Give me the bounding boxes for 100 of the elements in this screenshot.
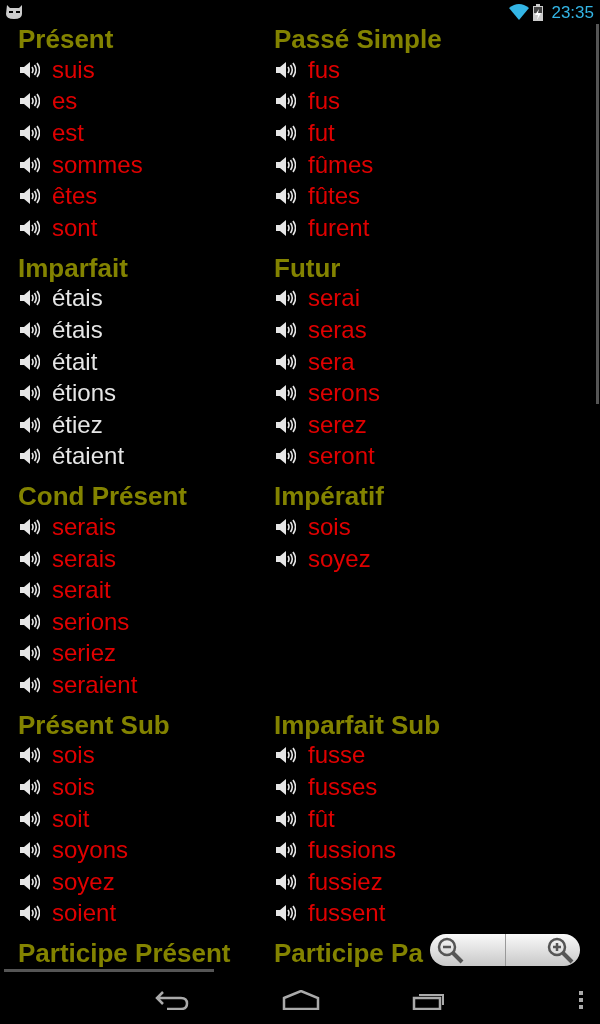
speaker-icon[interactable] (20, 219, 40, 236)
verb-form: fus (308, 87, 340, 116)
verb-form: êtes (52, 182, 98, 211)
speaker-icon[interactable] (276, 156, 296, 173)
speaker-icon[interactable] (276, 290, 296, 307)
speaker-icon[interactable] (20, 353, 40, 370)
verb-form: suis (52, 55, 95, 84)
verb-form: était (52, 347, 98, 376)
tense-heading: Futur (274, 252, 341, 283)
verb-form: serez (308, 410, 367, 439)
zoom-in-icon (546, 936, 574, 964)
back-button[interactable] (155, 990, 189, 1010)
verb-form: fûtes (308, 182, 361, 211)
tense-heading: Imparfait (18, 252, 128, 283)
verb-form: fusse (308, 741, 366, 770)
verb-form: seraient (52, 670, 138, 699)
verb-form: sois (52, 773, 95, 802)
verb-form: sois (52, 741, 95, 770)
speaker-icon[interactable] (276, 219, 296, 236)
speaker-icon[interactable] (20, 905, 40, 922)
verb-form: sois (308, 512, 351, 541)
speaker-icon[interactable] (20, 842, 40, 859)
speaker-icon[interactable] (276, 518, 296, 535)
speaker-icon[interactable] (20, 550, 40, 567)
speaker-icon[interactable] (20, 810, 40, 827)
speaker-icon[interactable] (276, 842, 296, 859)
speaker-icon[interactable] (276, 188, 296, 205)
verb-form: soyez (308, 544, 371, 573)
speaker-icon[interactable] (276, 353, 296, 370)
speaker-icon[interactable] (276, 321, 296, 338)
speaker-icon[interactable] (276, 448, 296, 465)
verb-form: seront (308, 442, 375, 471)
speaker-icon[interactable] (276, 779, 296, 796)
speaker-icon[interactable] (20, 613, 40, 630)
battery-icon (533, 3, 544, 21)
verb-form: serais (52, 512, 117, 541)
speaker-icon[interactable] (20, 385, 40, 402)
speaker-icon[interactable] (20, 448, 40, 465)
speaker-icon[interactable] (20, 747, 40, 764)
speaker-icon[interactable] (276, 810, 296, 827)
verb-form: seriez (52, 639, 117, 668)
tense-heading: Participe Pa (274, 938, 423, 969)
speaker-icon[interactable] (20, 676, 40, 693)
verb-form: fût (308, 804, 335, 833)
speaker-icon[interactable] (276, 125, 296, 141)
verb-form: fusses (308, 773, 378, 802)
speaker-icon[interactable] (276, 385, 296, 402)
verb-form: sommes (52, 150, 143, 179)
speaker-icon[interactable] (276, 416, 296, 433)
speaker-icon[interactable] (20, 156, 40, 173)
verb-form: étions (52, 379, 117, 408)
verb-form: fut (308, 119, 335, 147)
verb-form: étais (52, 284, 103, 313)
verb-form: serions (52, 607, 130, 636)
speaker-icon[interactable] (276, 550, 296, 567)
speaker-icon[interactable] (20, 518, 40, 535)
zoom-out-icon (436, 936, 464, 964)
speaker-icon[interactable] (276, 873, 296, 890)
speaker-icon[interactable] (20, 188, 40, 205)
verb-form: fussions (308, 836, 397, 865)
speaker-icon[interactable] (276, 747, 296, 764)
verb-form: furent (308, 213, 370, 242)
speaker-icon[interactable] (276, 61, 296, 78)
verb-form: est (52, 119, 84, 147)
speaker-icon[interactable] (20, 873, 40, 890)
speaker-icon[interactable] (20, 779, 40, 796)
speaker-icon[interactable] (276, 905, 296, 922)
speaker-icon[interactable] (20, 645, 40, 662)
verb-form: fussiez (308, 867, 383, 896)
verb-form: serai (308, 284, 361, 313)
verb-form: soyez (52, 867, 115, 896)
verb-form: sont (52, 213, 98, 242)
speaker-icon[interactable] (20, 582, 40, 599)
verb-form: es (52, 87, 78, 116)
verb-form: seras (308, 315, 367, 344)
verb-form: sera (308, 347, 355, 376)
tense-heading: Présent (18, 24, 114, 54)
speaker-icon[interactable] (20, 61, 40, 78)
verb-form: fûmes (308, 150, 374, 179)
verb-form: soyons (52, 836, 129, 865)
verb-form: soient (52, 899, 117, 928)
verb-form: serons (308, 379, 381, 408)
verb-form: étais (52, 315, 103, 344)
tense-heading: Imparfait Sub (274, 709, 441, 740)
tense-heading: Passé Simple (274, 24, 442, 54)
speaker-icon[interactable] (20, 290, 40, 307)
verb-form: serait (52, 576, 111, 605)
speaker-icon[interactable] (20, 416, 40, 433)
speaker-icon[interactable] (276, 93, 296, 110)
verb-form: serais (52, 544, 117, 573)
tense-heading: Cond Présent (18, 481, 188, 512)
verb-form: étaient (52, 442, 125, 471)
overflow-menu-button[interactable] (578, 990, 584, 1010)
home-button[interactable] (282, 990, 320, 1010)
speaker-icon[interactable] (20, 93, 40, 110)
speaker-icon[interactable] (20, 321, 40, 338)
clock-time: 23:35 (551, 3, 594, 21)
verb-form: fussent (308, 899, 386, 928)
robot-icon (6, 5, 23, 19)
speaker-icon[interactable] (20, 125, 40, 141)
